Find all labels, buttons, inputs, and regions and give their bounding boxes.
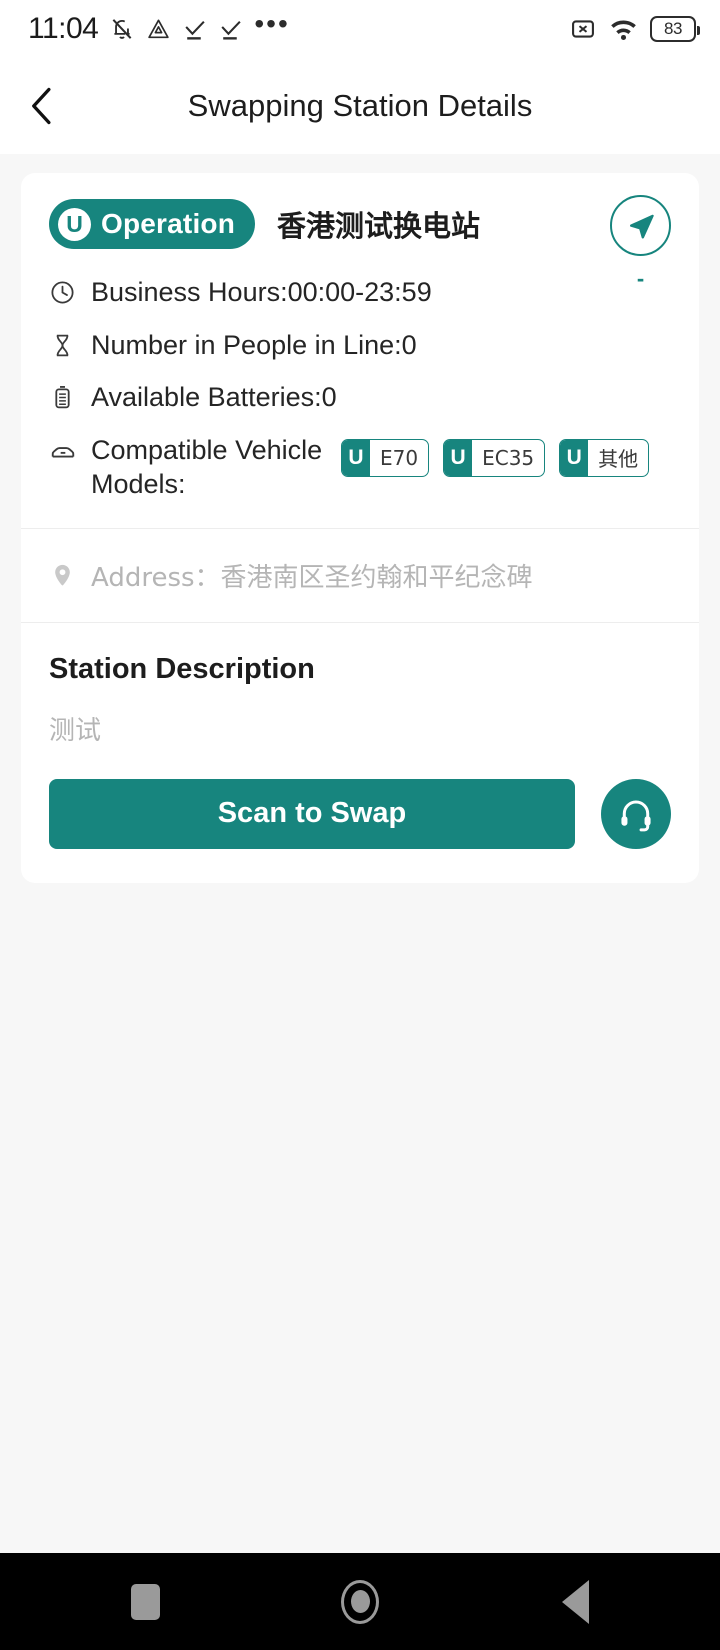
vehicle-model-chip[interactable]: U EC35 xyxy=(443,438,546,477)
station-info-list: Business Hours:00:00-23:59 Number in Peo… xyxy=(49,275,671,502)
station-summary: U Operation 香港测试换电站 - Business Hours:00:… xyxy=(21,173,699,528)
navigate-button[interactable]: - xyxy=(610,195,671,290)
status-bar-clock: 11:04 xyxy=(28,12,99,45)
status-bar-right: 83 xyxy=(569,15,700,44)
brand-u-logo-icon: U xyxy=(444,439,473,476)
system-navigation-bar xyxy=(0,1553,720,1650)
info-row-available-batteries: Available Batteries:0 xyxy=(49,380,671,415)
check-download-icon xyxy=(218,17,243,42)
battery-level-label: 83 xyxy=(664,19,682,38)
headset-icon xyxy=(621,800,651,832)
more-dots-icon: ••• xyxy=(254,8,290,39)
info-row-people-in-line: Number in People in Line:0 xyxy=(49,328,671,363)
wifi-icon xyxy=(609,15,638,44)
vehicle-model-chip[interactable]: U E70 xyxy=(341,438,430,477)
circle-home-icon xyxy=(341,1579,379,1624)
navigation-arrow-icon xyxy=(629,214,654,238)
info-row-compatible-models: Compatible Vehicle Models: U E70 U EC35 … xyxy=(49,433,671,502)
battery-icon xyxy=(49,380,91,411)
info-text-business-hours: Business Hours:00:00-23:59 xyxy=(91,277,432,307)
location-pin-icon xyxy=(49,562,91,589)
status-badge-label: Operation xyxy=(101,208,236,239)
station-description-section: Station Description 测试 Scan to Swap xyxy=(21,623,699,883)
vehicle-model-chips: U E70 U EC35 U 其他 xyxy=(341,433,650,477)
station-card: U Operation 香港测试换电站 - Business Hours:00:… xyxy=(21,173,699,883)
car-icon xyxy=(49,433,91,465)
sim-disabled-icon xyxy=(569,15,597,43)
vehicle-model-label: E70 xyxy=(380,445,419,470)
status-badge: U Operation xyxy=(49,199,256,249)
scan-to-swap-button[interactable]: Scan to Swap xyxy=(49,778,575,849)
check-download-icon xyxy=(182,17,207,42)
navigate-distance: - xyxy=(636,266,645,291)
status-bar: 11:04 ••• 83 xyxy=(0,0,720,58)
address-text: Address：香港南区圣约翰和平纪念碑 xyxy=(91,562,533,593)
navigate-circle xyxy=(610,195,671,256)
triangle-back-icon xyxy=(561,1579,589,1624)
station-description-body: 测试 xyxy=(49,715,102,746)
vehicle-model-label: EC35 xyxy=(482,445,535,470)
action-row: Scan to Swap xyxy=(49,778,671,849)
vehicle-model-chip[interactable]: U 其他 xyxy=(559,438,650,477)
info-row-business-hours: Business Hours:00:00-23:59 xyxy=(49,275,671,310)
brand-u-logo-icon: U xyxy=(342,439,370,476)
info-text-available-batteries: Available Batteries:0 xyxy=(91,382,337,413)
station-title-row: U Operation 香港测试换电站 xyxy=(49,199,671,249)
battery-indicator: 83 xyxy=(650,16,700,42)
home-button[interactable] xyxy=(330,1572,390,1632)
square-recents-icon xyxy=(130,1583,160,1620)
page-title: Swapping Station Details xyxy=(187,88,533,123)
brand-u-logo-icon: U xyxy=(58,207,91,241)
back-button[interactable] xyxy=(0,58,84,154)
customer-support-button[interactable] xyxy=(601,778,671,849)
brand-u-logo-icon: U xyxy=(560,439,589,476)
vehicle-model-label: 其他 xyxy=(598,447,639,472)
recents-button[interactable] xyxy=(115,1572,175,1632)
station-name: 香港测试换电站 xyxy=(277,209,481,243)
back-nav-button[interactable] xyxy=(545,1572,605,1632)
status-bar-left: 11:04 ••• xyxy=(28,8,290,46)
phone-screen: 11:04 ••• 83 Swapping Station Details U … xyxy=(0,0,720,1650)
station-description-title: Station Description xyxy=(49,652,315,685)
chevron-left-icon xyxy=(32,87,51,125)
address-row[interactable]: Address：香港南区圣约翰和平纪念碑 xyxy=(21,529,699,622)
bell-muted-icon xyxy=(109,16,135,42)
info-text-compatible-models: Compatible Vehicle Models: xyxy=(91,434,323,500)
clock-icon xyxy=(49,275,91,306)
drive-triangle-icon xyxy=(146,17,171,42)
app-header: Swapping Station Details xyxy=(0,58,720,154)
hourglass-icon xyxy=(49,328,91,359)
info-text-people-in-line: Number in People in Line:0 xyxy=(91,329,417,360)
